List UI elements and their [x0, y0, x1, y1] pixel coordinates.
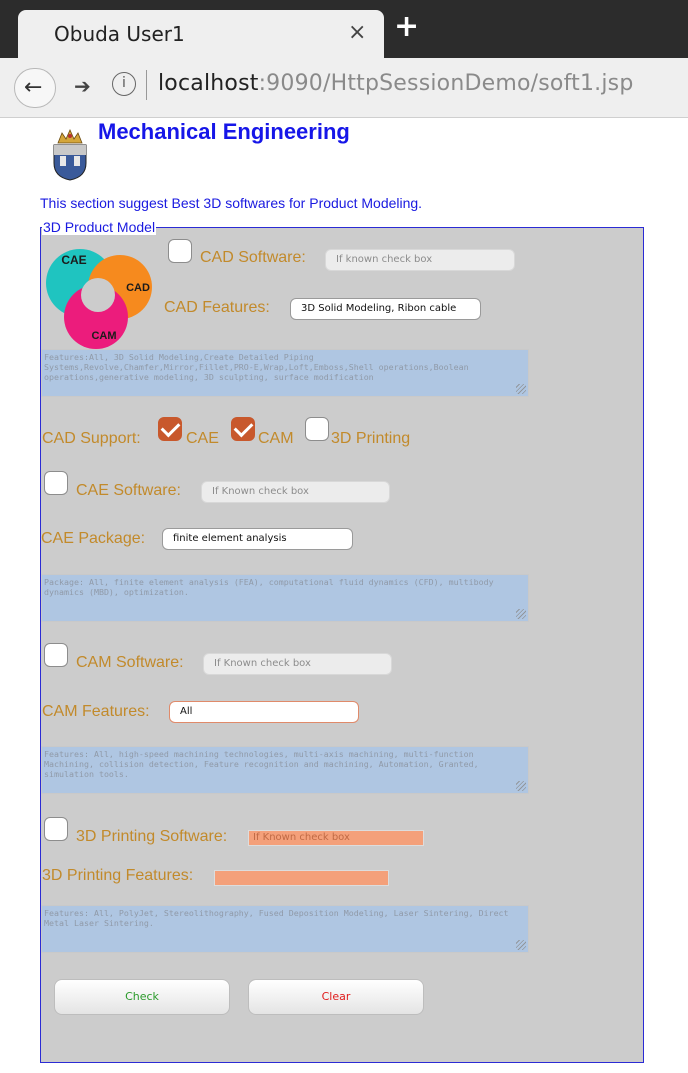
new-tab-icon[interactable]: +	[394, 12, 419, 42]
browser-tab[interactable]: Obuda User1 ×	[18, 10, 384, 58]
resize-grip-icon[interactable]	[516, 384, 526, 394]
logo-cam-text: CAM	[91, 330, 116, 342]
tab-title: Obuda User1	[54, 22, 185, 46]
university-crest-icon	[53, 129, 87, 181]
printing-features-label: 3D Printing Features:	[42, 867, 194, 884]
cae-package-text: Package: All, finite element analysis (F…	[44, 577, 494, 597]
cae-software-input[interactable]: If Known check box	[201, 481, 390, 503]
cad-features-input[interactable]: 3D Solid Modeling, Ribon cable	[290, 298, 481, 320]
cad-software-input[interactable]: If known check box	[325, 249, 515, 271]
cad-support-cae-label: CAE	[186, 430, 219, 447]
logo-cae-text: CAE	[61, 253, 86, 267]
logo-cad-text: CAD	[126, 282, 150, 294]
cam-features-label: CAM Features:	[42, 703, 150, 720]
url-host: localhost	[158, 71, 259, 96]
back-button[interactable]: ←	[14, 68, 56, 108]
check-button[interactable]: Check	[54, 979, 230, 1015]
clear-button[interactable]: Clear	[248, 979, 424, 1015]
printing-features-textarea[interactable]: Features: All, PolyJet, Stereolithograph…	[41, 905, 529, 953]
printing-software-checkbox[interactable]	[44, 817, 68, 841]
cad-support-label: CAD Support:	[42, 430, 141, 447]
printing-features-text: Features: All, PolyJet, Stereolithograph…	[44, 908, 509, 928]
intro-text: This section suggest Best 3D softwares f…	[40, 195, 423, 211]
cae-package-label: CAE Package:	[41, 530, 146, 547]
cad-support-cam-label: CAM	[258, 430, 294, 447]
printing-software-input[interactable]: If Known check box	[248, 830, 424, 846]
cad-software-label: CAD Software:	[200, 249, 306, 266]
forward-arrow-icon[interactable]: ➔	[74, 74, 91, 98]
cad-support-cae-checkbox[interactable]	[158, 417, 182, 441]
cae-package-input[interactable]: finite element analysis	[162, 528, 353, 550]
browser-tab-bar: Obuda User1 × +	[0, 0, 688, 58]
browser-nav-bar: ← ➔ i localhost:9090/HttpSessionDemo/sof…	[0, 58, 688, 118]
url-path: :9090/HttpSessionDemo/soft1.jsp	[258, 71, 634, 96]
cad-support-cam-checkbox[interactable]	[231, 417, 255, 441]
fieldset-legend: 3D Product Model	[42, 219, 157, 235]
info-icon[interactable]: i	[112, 72, 136, 96]
cad-software-checkbox[interactable]	[168, 239, 192, 263]
cae-software-label: CAE Software:	[76, 482, 181, 499]
cam-features-textarea[interactable]: Features: All, high-speed machining tech…	[41, 746, 529, 794]
cad-features-textarea[interactable]: Features:All, 3D Solid Modeling,Create D…	[41, 349, 529, 397]
cae-software-checkbox[interactable]	[44, 471, 68, 495]
page-content: Mechanical Engineering This section sugg…	[0, 119, 688, 1073]
printing-software-label: 3D Printing Software:	[76, 828, 228, 845]
back-arrow-icon: ←	[24, 75, 43, 100]
cam-software-input[interactable]: If Known check box	[203, 653, 392, 675]
cad-support-3dprinting-checkbox[interactable]	[305, 417, 329, 441]
cam-features-input[interactable]: All	[169, 701, 359, 723]
cae-cad-cam-logo: CAE CAD CAM	[46, 249, 152, 349]
cae-package-textarea[interactable]: Package: All, finite element analysis (F…	[41, 574, 529, 622]
resize-grip-icon[interactable]	[516, 940, 526, 950]
url-separator	[146, 70, 147, 100]
printing-features-input[interactable]	[214, 870, 389, 886]
address-bar[interactable]: localhost:9090/HttpSessionDemo/soft1.jsp	[158, 71, 634, 96]
cam-features-text: Features: All, high-speed machining tech…	[44, 749, 479, 779]
resize-grip-icon[interactable]	[516, 609, 526, 619]
resize-grip-icon[interactable]	[516, 781, 526, 791]
cam-software-label: CAM Software:	[76, 654, 184, 671]
page-title: Mechanical Engineering	[98, 119, 350, 144]
cad-support-3dprinting-label: 3D Printing	[331, 430, 411, 447]
cam-software-checkbox[interactable]	[44, 643, 68, 667]
close-icon[interactable]: ×	[348, 20, 366, 45]
cad-features-text: Features:All, 3D Solid Modeling,Create D…	[44, 352, 469, 382]
cad-features-label: CAD Features:	[164, 299, 270, 316]
